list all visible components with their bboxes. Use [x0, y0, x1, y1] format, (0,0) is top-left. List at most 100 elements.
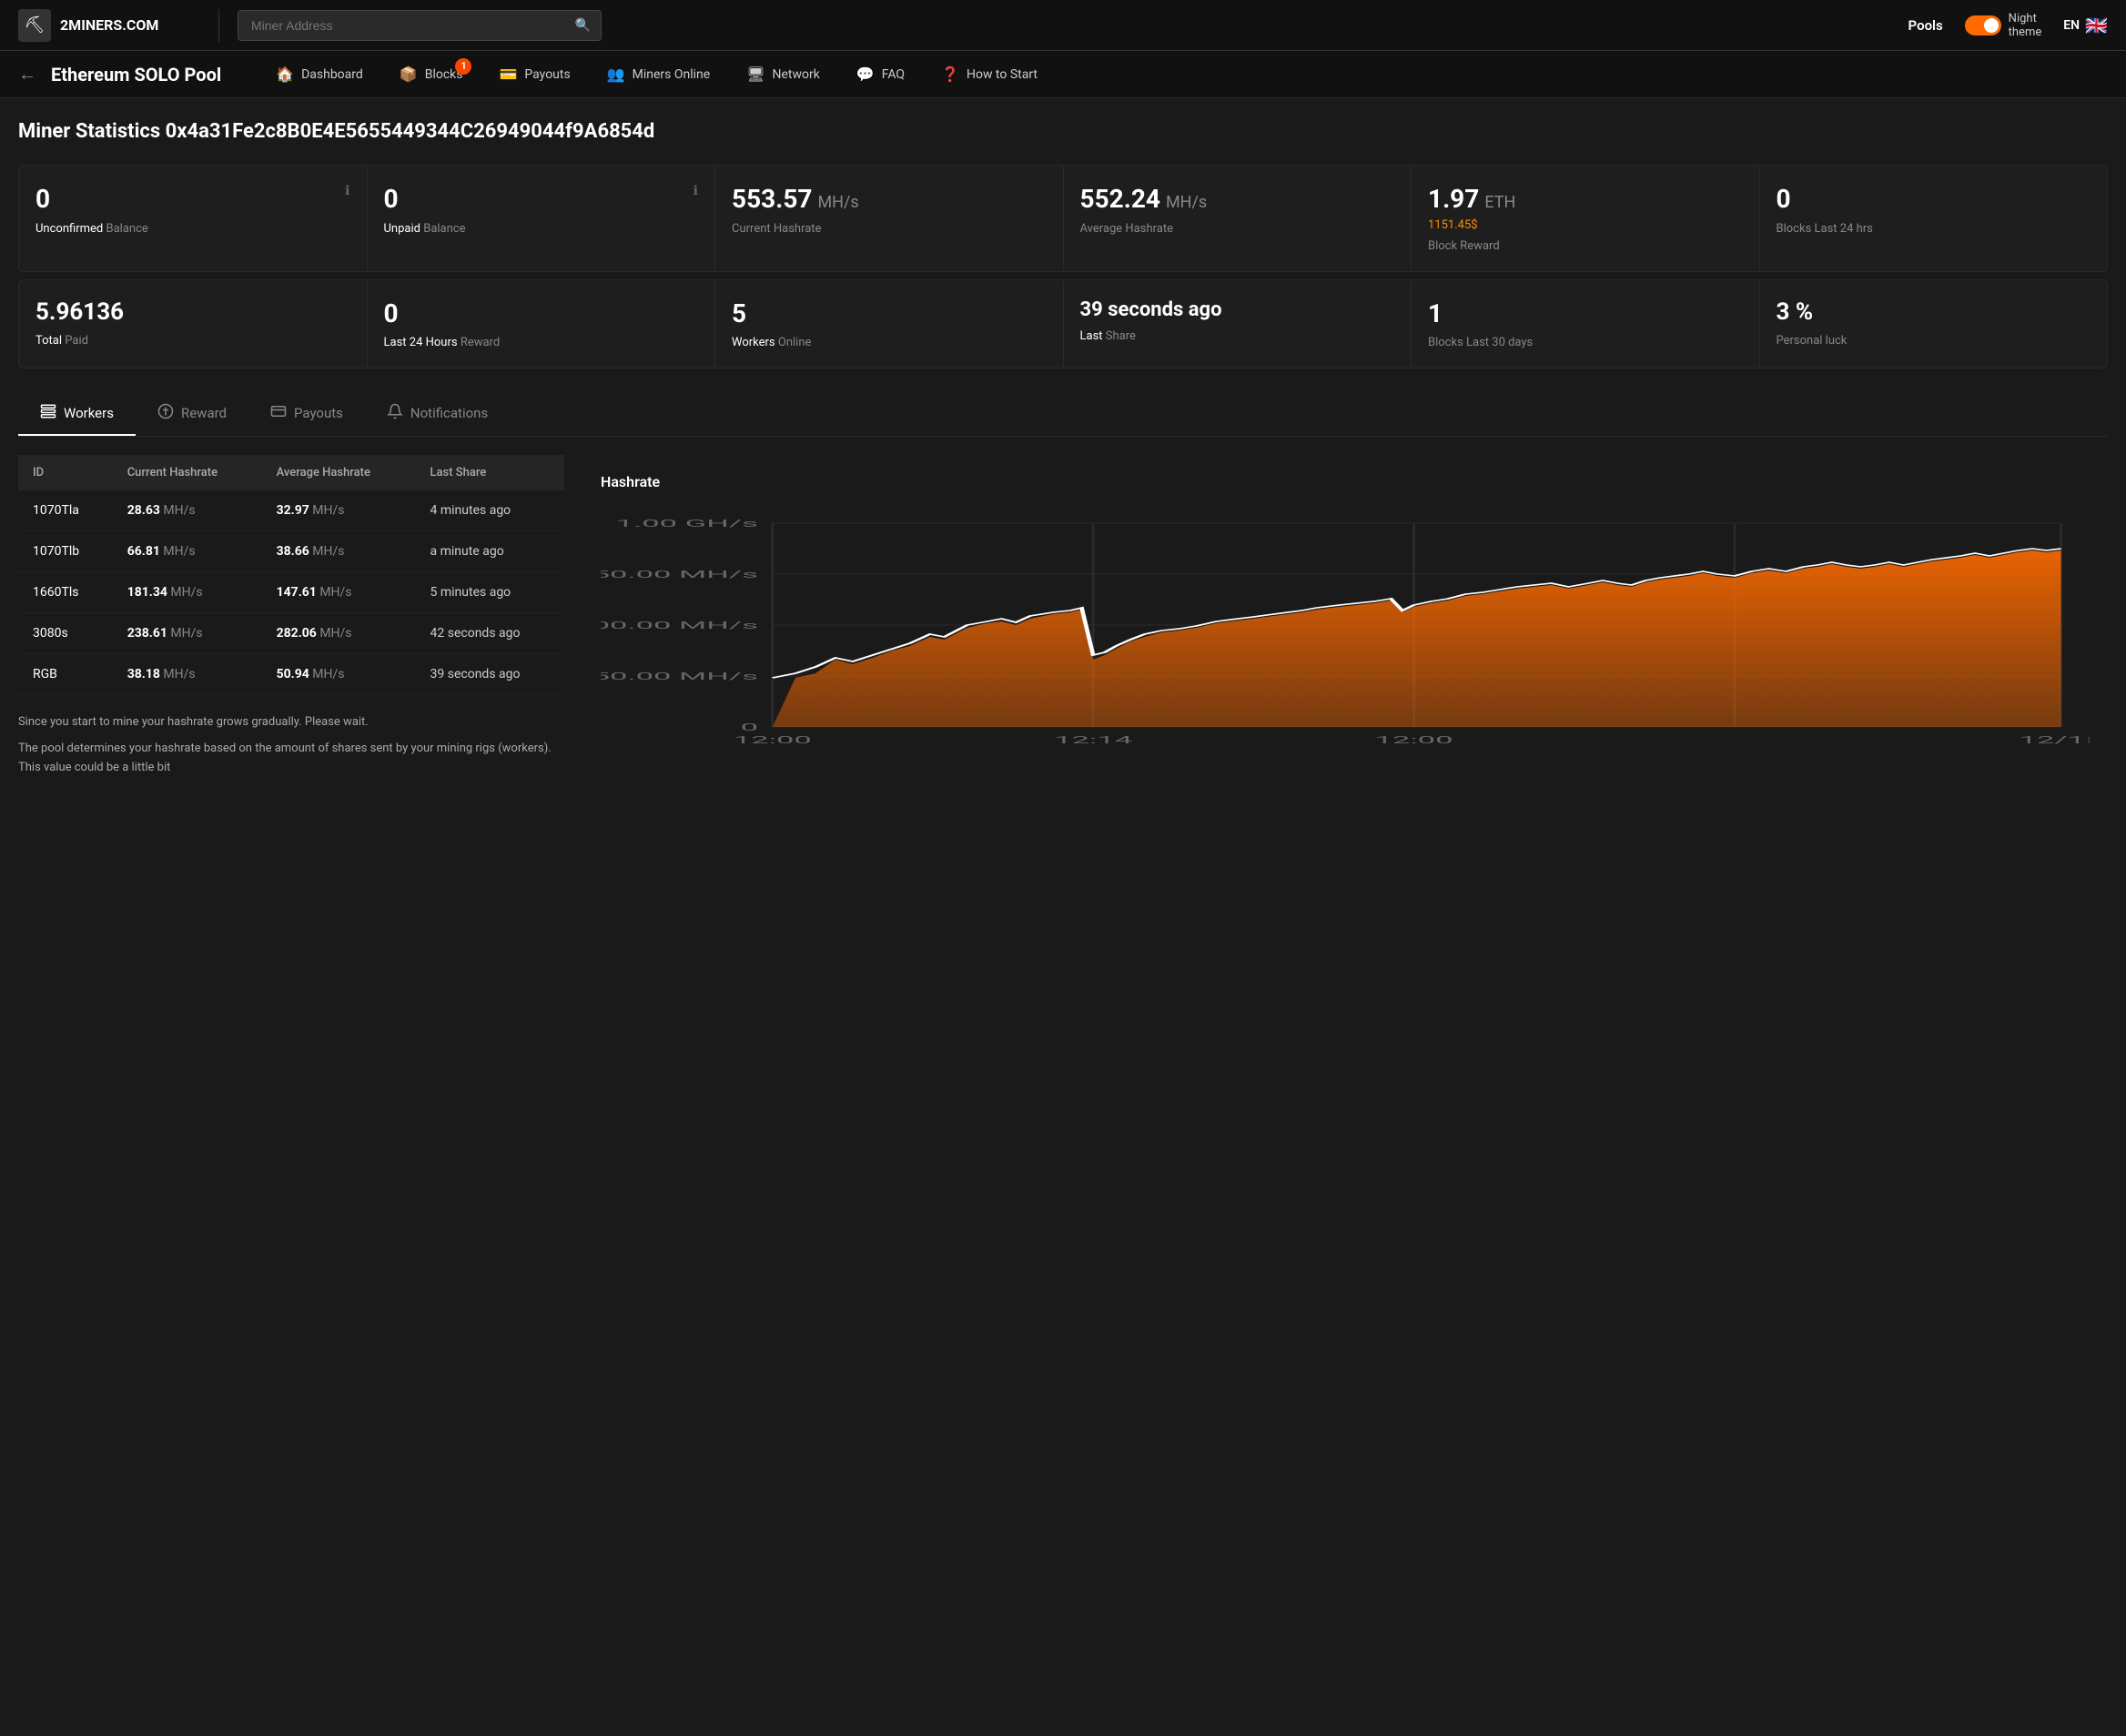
blocks-30d-value: 1: [1428, 298, 1743, 329]
notifications-tab-icon: [387, 403, 403, 423]
col-avg-hashrate: Average Hashrate: [262, 455, 416, 490]
night-theme-label: Nighttheme: [2009, 12, 2042, 39]
last-share-value: 39 seconds ago: [1080, 298, 1395, 322]
blocks-badge: 1: [455, 58, 471, 75]
chart-area: 1.00 GH/s 750.00 MH/s 500.00 MH/s 250.00…: [601, 505, 2090, 760]
nav-item-network-label: Network: [773, 67, 820, 82]
table-row: 1070Tla 28.63 MH/s 32.97 MH/s 4 minutes …: [18, 490, 564, 531]
worker-current-hashrate: 238.61 MH/s: [113, 613, 262, 654]
stat-blocks-24h: 0 Blocks Last 24 hrs: [1760, 166, 2108, 271]
tab-reward-label: Reward: [181, 405, 227, 421]
svg-text:750.00 MH/s: 750.00 MH/s: [601, 569, 758, 580]
tab-reward[interactable]: Reward: [136, 390, 248, 436]
nav-item-how-to-start-label: How to Start: [967, 67, 1038, 82]
nav-item-faq[interactable]: 💬 FAQ: [838, 51, 923, 98]
table-header: ID Current Hashrate Average Hashrate Las…: [18, 455, 564, 490]
worker-current-hashrate: 66.81 MH/s: [113, 531, 262, 572]
workers-online-value: 5: [732, 298, 1047, 329]
worker-last-share: a minute ago: [416, 531, 564, 572]
worker-id: RGB: [18, 654, 113, 695]
table-row: RGB 38.18 MH/s 50.94 MH/s 39 seconds ago: [18, 654, 564, 695]
nav-item-dashboard-label: Dashboard: [301, 67, 363, 82]
stats-row-1: ℹ 0 Unconfirmed Balance ℹ 0 Unpaid Balan…: [18, 165, 2108, 272]
worker-id: 3080s: [18, 613, 113, 654]
search-icon[interactable]: 🔍: [575, 18, 591, 33]
worker-current-hashrate: 28.63 MH/s: [113, 490, 262, 531]
worker-current-hashrate: 181.34 MH/s: [113, 572, 262, 613]
tab-workers-label: Workers: [64, 405, 114, 421]
language-selector[interactable]: EN 🇬🇧: [2063, 15, 2108, 36]
night-theme-toggle[interactable]: [1965, 15, 2001, 35]
flag-icon: 🇬🇧: [2085, 15, 2108, 36]
unconfirmed-value: 0: [35, 184, 345, 215]
blocks-30d-label: Blocks Last 30 days: [1428, 336, 1743, 349]
total-paid-label: Total Paid: [35, 334, 350, 348]
info-line-1: Since you start to mine your hashrate gr…: [18, 713, 564, 732]
nav-item-payouts-label: Payouts: [524, 67, 570, 82]
info-icon-unconfirmed[interactable]: ℹ: [345, 184, 349, 198]
workers-tab-icon: [40, 403, 56, 423]
table-row: 1660Tls 181.34 MH/s 147.61 MH/s 5 minute…: [18, 572, 564, 613]
info-icon-unpaid[interactable]: ℹ: [693, 184, 698, 198]
svg-text:1.00 GH/s: 1.00 GH/s: [616, 518, 758, 530]
unpaid-label: Unpaid Balance: [384, 222, 699, 236]
back-arrow-icon[interactable]: ←: [18, 63, 36, 86]
worker-avg-hashrate: 147.61 MH/s: [262, 572, 416, 613]
tab-payouts-label: Payouts: [294, 405, 343, 421]
stat-workers-online: 5 Workers Online: [715, 280, 1063, 368]
nav-item-network[interactable]: 🖥 Network: [728, 51, 838, 98]
top-nav: ⛏ 2MINERS.COM 🔍 Pools Nighttheme EN 🇬🇧: [0, 0, 2126, 51]
personal-luck-label: Personal luck: [1777, 334, 2091, 348]
logo-text: 2MINERS.COM: [60, 16, 158, 34]
main-content: Miner Statistics 0x4a31Fe2c8B0E4E5655449…: [0, 98, 2126, 807]
average-hashrate-label: Average Hashrate: [1080, 222, 1395, 236]
pool-title: Ethereum SOLO Pool: [51, 64, 221, 86]
table-row: 1070Tlb 66.81 MH/s 38.66 MH/s a minute a…: [18, 531, 564, 572]
nav-item-how-to-start[interactable]: ❓ How to Start: [923, 51, 1056, 98]
info-line-2: The pool determines your hashrate based …: [18, 740, 564, 778]
reward-tab-icon: [157, 403, 174, 423]
tab-notifications-label: Notifications: [410, 405, 488, 421]
payouts-tab-icon: [270, 403, 287, 423]
table-body: 1070Tla 28.63 MH/s 32.97 MH/s 4 minutes …: [18, 490, 564, 695]
workers-table: ID Current Hashrate Average Hashrate Las…: [18, 455, 564, 695]
stat-block-reward: 1.97 ETH 1151.45$ Block Reward: [1412, 166, 1759, 271]
tab-notifications[interactable]: Notifications: [365, 390, 510, 436]
pool-nav: ← Ethereum SOLO Pool 🏠 Dashboard 📦 Block…: [0, 51, 2126, 98]
svg-text:0: 0: [741, 722, 758, 733]
nav-item-miners-online[interactable]: 👥 Miners Online: [589, 51, 728, 98]
blocks-24h-label: Blocks Last 24 hrs: [1777, 222, 2091, 236]
svg-text:500.00 MH/s: 500.00 MH/s: [601, 620, 758, 631]
last-share-label: Last Share: [1080, 329, 1395, 343]
tab-payouts[interactable]: Payouts: [248, 390, 365, 436]
worker-last-share: 4 minutes ago: [416, 490, 564, 531]
col-current-hashrate: Current Hashrate: [113, 455, 262, 490]
faq-icon: 💬: [856, 66, 875, 83]
search-input[interactable]: [238, 10, 602, 41]
chart-svg: 1.00 GH/s 750.00 MH/s 500.00 MH/s 250.00…: [601, 505, 2090, 760]
page-title: Miner Statistics 0x4a31Fe2c8B0E4E5655449…: [18, 120, 2108, 143]
stat-average-hashrate: 552.24 MH/s Average Hashrate: [1064, 166, 1412, 271]
pool-nav-items: 🏠 Dashboard 📦 Blocks 1 💳 Payouts 👥 Miner…: [258, 51, 2108, 98]
stat-unpaid-balance: ℹ 0 Unpaid Balance: [368, 166, 715, 271]
nav-right: Pools Nighttheme EN 🇬🇧: [1908, 12, 2108, 39]
nav-item-payouts[interactable]: 💳 Payouts: [481, 51, 588, 98]
unpaid-value: 0: [384, 184, 693, 215]
svg-text:250.00 MH/s: 250.00 MH/s: [601, 671, 758, 682]
worker-id: 1660Tls: [18, 572, 113, 613]
pools-link[interactable]: Pools: [1908, 17, 1943, 34]
nav-item-dashboard[interactable]: 🏠 Dashboard: [258, 51, 381, 98]
col-last-share: Last Share: [416, 455, 564, 490]
stat-unconfirmed-balance: ℹ 0 Unconfirmed Balance: [19, 166, 367, 271]
nav-item-blocks[interactable]: 📦 Blocks 1: [381, 51, 481, 98]
how-to-start-icon: ❓: [941, 66, 959, 83]
network-icon: 🖥: [746, 66, 764, 83]
stat-personal-luck: 3 % Personal luck: [1760, 280, 2108, 368]
worker-current-hashrate: 38.18 MH/s: [113, 654, 262, 695]
logo-area: ⛏ 2MINERS.COM: [18, 9, 200, 42]
miners-online-icon: 👥: [607, 66, 625, 83]
blocks-24h-value: 0: [1777, 184, 2091, 215]
search-box: 🔍: [238, 10, 602, 41]
tab-workers[interactable]: Workers: [18, 390, 136, 436]
stat-blocks-30d: 1 Blocks Last 30 days: [1412, 280, 1759, 368]
